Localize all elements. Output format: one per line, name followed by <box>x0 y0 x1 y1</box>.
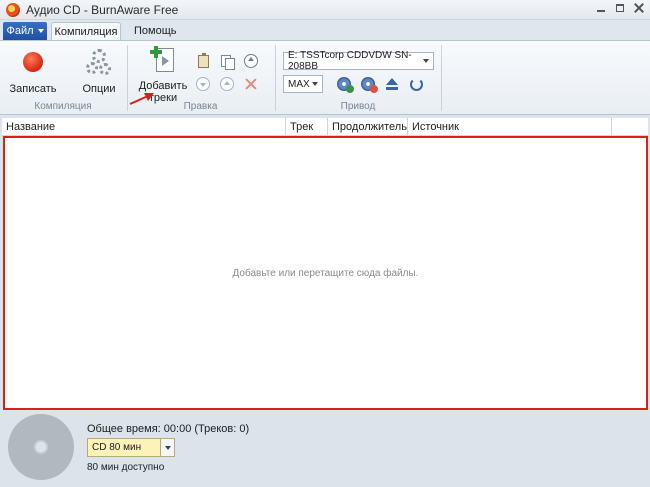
column-header-name[interactable]: Название <box>2 118 286 136</box>
refresh-button[interactable] <box>408 76 424 92</box>
empty-list-message: Добавьте или перетащите сюда файлы. <box>232 267 419 279</box>
ribbon: Записать Опции Компиляция Добавить треки… <box>0 40 650 115</box>
window-title: Аудио CD - BurnAware Free <box>26 2 179 17</box>
copy-button[interactable] <box>219 53 235 70</box>
ribbon-separator <box>441 45 442 111</box>
annotation-arrow <box>129 93 154 105</box>
group-label-drive: Привод <box>340 101 376 112</box>
level-up-icon <box>244 54 258 68</box>
delete-icon <box>244 77 258 91</box>
file-menu-button[interactable]: Файл <box>3 22 47 40</box>
chevron-down-icon <box>312 82 318 86</box>
folder-up-button[interactable] <box>243 53 259 69</box>
options-button[interactable]: Опции <box>72 47 126 95</box>
column-header-track[interactable]: Трек <box>286 118 328 136</box>
column-header-duration[interactable]: Продолжитель... <box>328 118 408 136</box>
drive-select[interactable]: E: TSSTcorp CDDVDW SN-208BB <box>283 50 434 72</box>
burn-label: Записать <box>9 83 57 95</box>
eject-icon <box>386 78 398 90</box>
status-footer: Общее время: 00:00 (Треков: 0) CD 80 мин… <box>0 412 650 487</box>
track-list-drop-area[interactable]: Добавьте или перетащите сюда файлы. <box>3 136 648 410</box>
chevron-down-icon <box>423 59 429 63</box>
ribbon-group-compilation: Записать Опции Компиляция <box>0 41 126 115</box>
total-time-label: Общее время: 00:00 (Треков: 0) <box>87 423 250 435</box>
close-icon[interactable] <box>634 3 644 13</box>
eject-button[interactable] <box>384 76 400 92</box>
add-file-icon <box>148 44 178 74</box>
disc-erase-icon <box>361 77 378 93</box>
track-list-header: Название Трек Продолжитель... Источник <box>2 118 648 136</box>
ribbon-group-drive: E: TSSTcorp CDDVDW SN-208BB MAX Привод <box>276 41 440 115</box>
clipboard-icon <box>197 52 209 68</box>
disc-info-button[interactable] <box>336 76 354 93</box>
column-header-source[interactable]: Источник <box>408 118 612 136</box>
arrow-down-icon <box>196 77 210 91</box>
options-label: Опции <box>82 83 116 95</box>
gears-icon <box>84 47 114 77</box>
group-label-compilation: Компиляция <box>34 101 92 112</box>
tab-compilation[interactable]: Компиляция <box>51 22 121 40</box>
move-up-button[interactable] <box>219 76 235 92</box>
burnaware-logo-icon <box>6 2 20 17</box>
maximize-icon[interactable] <box>615 3 625 13</box>
tab-help[interactable]: Помощь <box>126 22 185 40</box>
speed-select[interactable]: MAX <box>283 75 323 93</box>
speed-select-value: MAX <box>288 78 310 90</box>
window-controls <box>596 3 644 13</box>
copy-icon <box>221 54 235 70</box>
chevron-down-icon[interactable] <box>160 439 174 456</box>
ribbon-tab-row: Файл Компиляция Помощь <box>0 20 650 40</box>
available-space-label: 80 мин доступно <box>87 462 165 473</box>
record-icon-wrap <box>18 47 48 77</box>
file-menu-label: Файл <box>6 25 34 37</box>
drive-select-value: E: TSSTcorp CDDVDW SN-208BB <box>288 50 412 72</box>
chevron-down-icon <box>37 29 44 33</box>
remove-button[interactable] <box>243 76 259 92</box>
minimize-icon[interactable] <box>596 3 606 13</box>
arrow-up-icon <box>220 77 234 91</box>
disc-type-select[interactable]: CD 80 мин <box>87 438 175 457</box>
move-down-button[interactable] <box>195 76 211 92</box>
disc-type-value: CD 80 мин <box>92 442 142 453</box>
title-bar: Аудио CD - BurnAware Free <box>0 0 650 20</box>
burn-button[interactable]: Записать <box>6 47 60 95</box>
paste-button[interactable] <box>195 52 211 69</box>
disc-capacity-icon <box>8 414 74 480</box>
erase-disc-button[interactable] <box>360 76 378 93</box>
disc-info-icon <box>337 77 354 93</box>
record-icon <box>23 52 43 72</box>
refresh-icon <box>409 77 423 91</box>
